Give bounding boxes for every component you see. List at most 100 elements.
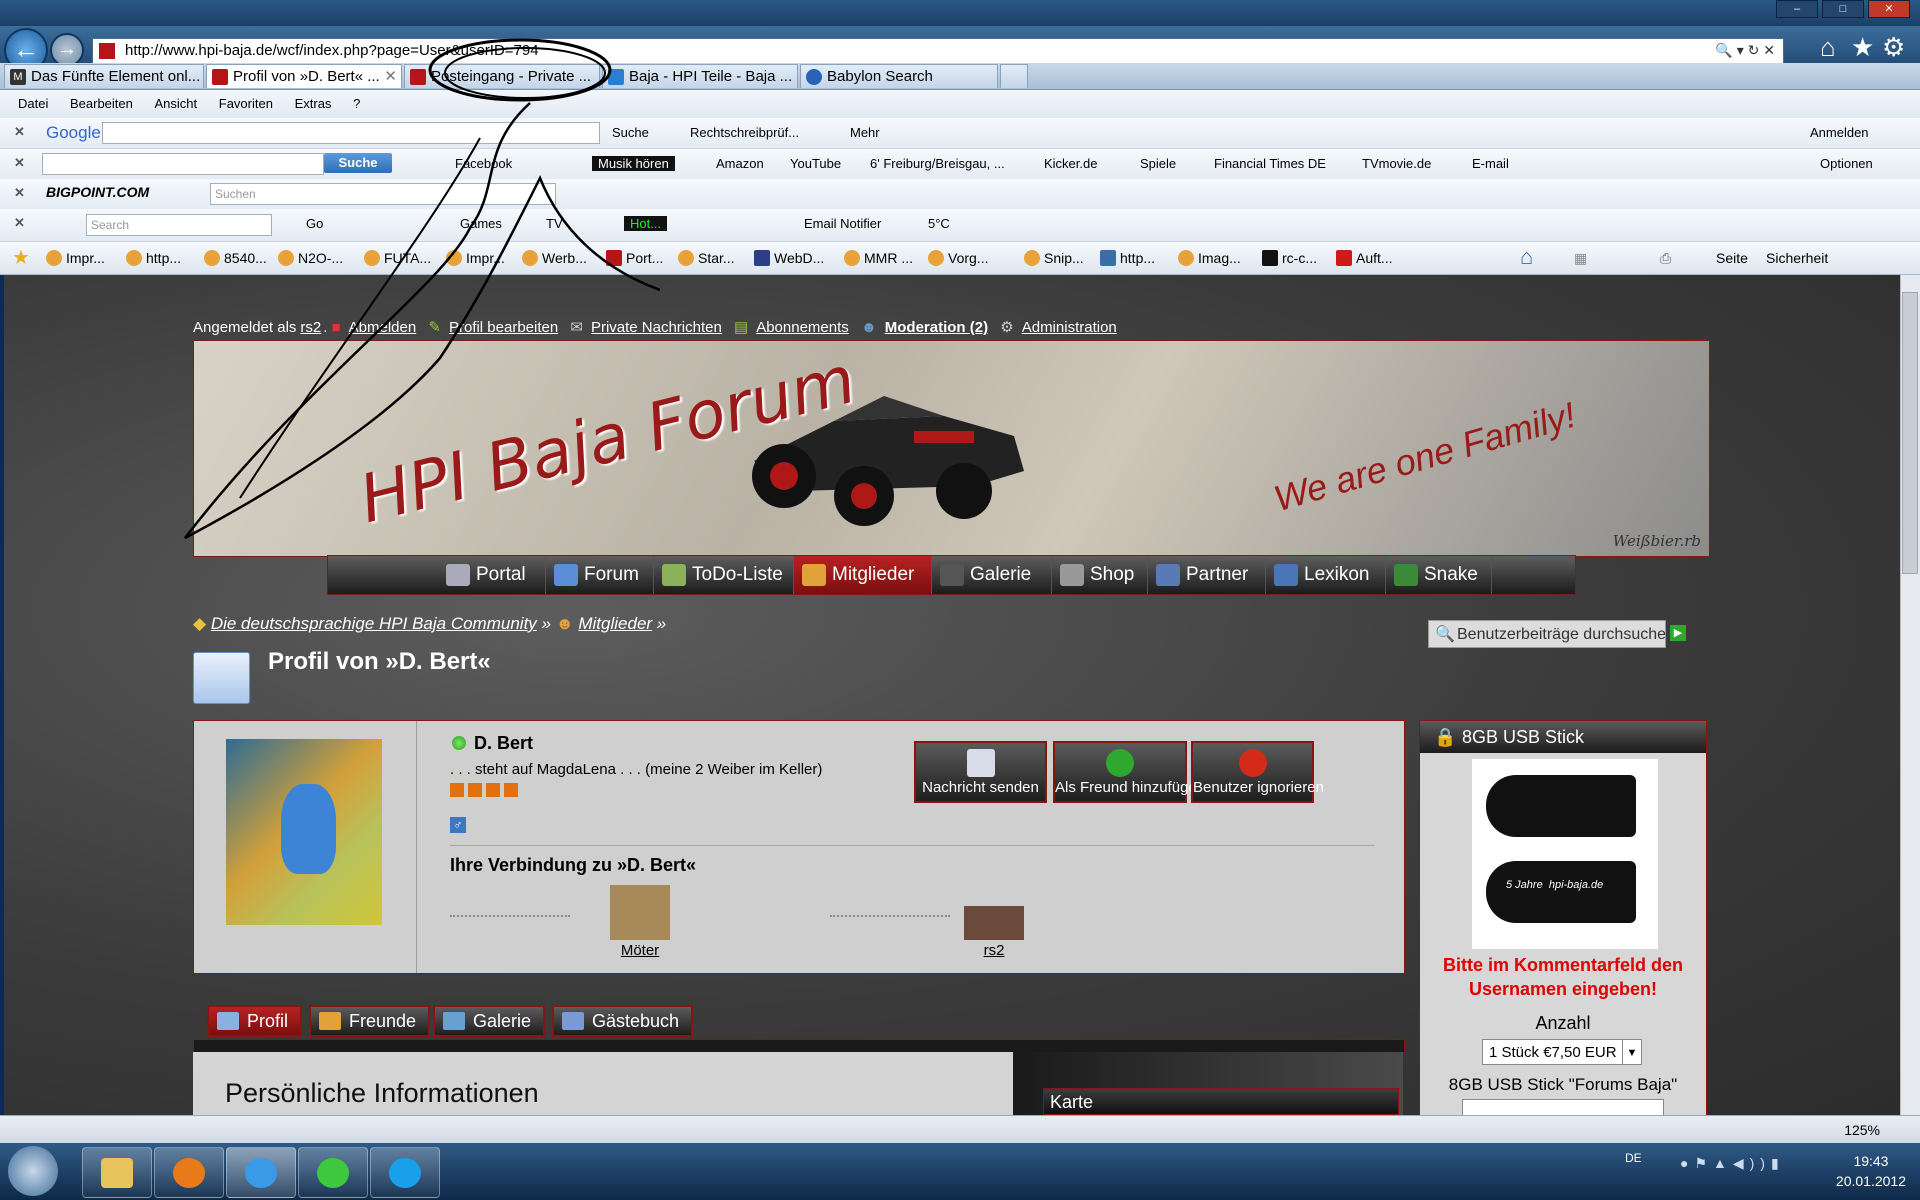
- security-menu[interactable]: Sicherheit: [1766, 250, 1828, 266]
- taskbar-internet-explorer[interactable]: [226, 1147, 296, 1198]
- weather-temp[interactable]: 5°C: [928, 216, 950, 231]
- fav-link-5[interactable]: FUTA...: [364, 250, 431, 266]
- fav-link-14[interactable]: http...: [1100, 250, 1155, 266]
- breadcrumb-home-link[interactable]: Die deutschsprachige HPI Baja Community: [211, 614, 537, 633]
- fav-link-13[interactable]: Snip...: [1024, 250, 1084, 266]
- fav-link-7[interactable]: Werb...: [522, 250, 587, 266]
- forum-banner[interactable]: HPI Baja Forum We are one Family! Weißbi…: [193, 340, 1710, 557]
- system-tray-icons[interactable]: ●⚑▲◀))▮: [1680, 1155, 1785, 1172]
- fav-link-16[interactable]: rc-c...: [1262, 250, 1317, 266]
- fav-link-10[interactable]: WebD...: [754, 250, 824, 266]
- ignore-user-button[interactable]: Benutzer ignorieren: [1191, 741, 1324, 803]
- amazon-link[interactable]: Amazon: [716, 156, 764, 171]
- fav-link-3[interactable]: 8540...: [204, 250, 267, 266]
- email-notifier-button[interactable]: Email Notifier: [804, 216, 881, 231]
- nav-todo[interactable]: ToDo-Liste: [654, 556, 794, 594]
- play-arrow-icon[interactable]: ▶: [1670, 625, 1686, 641]
- fav-link-4[interactable]: N2O-...: [278, 250, 343, 266]
- user-avatar[interactable]: [226, 739, 382, 925]
- rss-icon[interactable]: ▦: [1574, 250, 1587, 267]
- administration-link[interactable]: Administration: [1022, 319, 1117, 336]
- nav-portal[interactable]: Portal: [438, 556, 546, 594]
- minimize-button[interactable]: –: [1776, 0, 1818, 18]
- options-button[interactable]: Optionen: [1820, 156, 1873, 171]
- kicker-link[interactable]: Kicker.de: [1044, 156, 1097, 171]
- tab-gaestebuch[interactable]: Gästebuch: [552, 1005, 694, 1037]
- more-button[interactable]: Mehr: [850, 125, 880, 140]
- address-tools[interactable]: 🔍 ▾ ↻ ✕: [1715, 42, 1775, 59]
- connection-user-moeter[interactable]: Möter: [600, 885, 680, 959]
- send-message-button[interactable]: Nachricht senden: [914, 741, 1047, 803]
- fav-link-6[interactable]: Impr...: [446, 250, 505, 266]
- home-icon[interactable]: ⌂: [1820, 32, 1836, 63]
- start-button[interactable]: [8, 1146, 58, 1196]
- connection-name[interactable]: Möter: [621, 942, 659, 959]
- tab-galerie[interactable]: Galerie: [433, 1005, 546, 1037]
- music-link[interactable]: Musik hören: [592, 156, 675, 171]
- logout-link[interactable]: Abmelden: [349, 319, 417, 336]
- nav-snake[interactable]: Snake: [1386, 556, 1492, 594]
- weather-link[interactable]: 6' Freiburg/Breisgau, ...: [870, 156, 1005, 171]
- moderation-link[interactable]: Moderation (2): [885, 319, 988, 336]
- address-bar[interactable]: http://www.hpi-baja.de/wcf/index.php?pag…: [92, 38, 1784, 65]
- edit-profile-link[interactable]: Profil bearbeiten: [449, 319, 558, 336]
- usb-stick-image[interactable]: 5 Jahre hpi-baja.de: [1472, 759, 1658, 949]
- tab-freunde[interactable]: Freunde: [309, 1005, 431, 1037]
- current-user-link[interactable]: rs2: [300, 319, 321, 336]
- hot-button[interactable]: Hot...: [624, 216, 668, 231]
- nav-members[interactable]: Mitglieder: [794, 556, 932, 594]
- maximize-button[interactable]: □: [1822, 0, 1864, 18]
- menu-datei[interactable]: Datei: [18, 90, 48, 118]
- taskbar-icq[interactable]: [298, 1147, 368, 1198]
- print-icon[interactable]: ⎙: [1660, 250, 1671, 267]
- add-friend-button[interactable]: Als Freund hinzufügen: [1053, 741, 1205, 803]
- tools-gear-icon[interactable]: ⚙: [1882, 32, 1905, 63]
- taskbar-skype[interactable]: [370, 1147, 440, 1198]
- facebook-link[interactable]: Facebook: [455, 156, 512, 171]
- taskbar-media-player[interactable]: [154, 1147, 224, 1198]
- tvmovie-link[interactable]: TVmovie.de: [1362, 156, 1431, 171]
- connection-user-rs2[interactable]: rs2: [954, 885, 1034, 959]
- menu-ansicht[interactable]: Ansicht: [155, 90, 198, 118]
- forward-button[interactable]: →: [50, 33, 84, 67]
- nav-shop[interactable]: Shop: [1052, 556, 1148, 594]
- ft-link[interactable]: Financial Times DE: [1214, 156, 1326, 171]
- google-search-input[interactable]: [102, 122, 600, 144]
- tab-1[interactable]: M Das Fünfte Element onl...: [4, 64, 204, 88]
- close-toolbar-icon[interactable]: ✕: [14, 124, 25, 140]
- fav-link-2[interactable]: http...: [126, 250, 181, 266]
- go-button[interactable]: Go: [306, 216, 323, 231]
- menu-bearbeiten[interactable]: Bearbeiten: [70, 90, 133, 118]
- extra-search-input[interactable]: Search: [86, 214, 272, 236]
- tab-5[interactable]: Babylon Search: [800, 64, 998, 88]
- fav-link-8[interactable]: Port...: [606, 250, 663, 266]
- quantity-select[interactable]: 1 Stück €7,50 EUR ▼: [1482, 1039, 1642, 1065]
- scrollbar-thumb[interactable]: [1902, 292, 1918, 574]
- bigpoint-search-input[interactable]: Suchen: [210, 183, 556, 205]
- clock[interactable]: 19:43 20.01.2012: [1836, 1151, 1906, 1191]
- menu-help[interactable]: ?: [353, 90, 360, 118]
- breadcrumb-members-link[interactable]: Mitglieder: [578, 614, 652, 633]
- games-link[interactable]: Spiele: [1140, 156, 1176, 171]
- private-messages-link[interactable]: Private Nachrichten: [591, 319, 722, 336]
- tab-2[interactable]: Profil von »D. Bert« ... ✕: [206, 64, 402, 88]
- taskbar-explorer[interactable]: [82, 1147, 152, 1198]
- games-button[interactable]: Games: [460, 216, 502, 231]
- subscriptions-link[interactable]: Abonnements: [756, 319, 849, 336]
- email-link[interactable]: E-mail: [1472, 156, 1509, 171]
- menu-favoriten[interactable]: Favoriten: [219, 90, 273, 118]
- spellcheck-button[interactable]: Rechtschreibprüf...: [690, 125, 799, 140]
- fav-link-9[interactable]: Star...: [678, 250, 735, 266]
- close-toolbar-icon[interactable]: ✕: [14, 185, 25, 201]
- fav-link-12[interactable]: Vorg...: [928, 250, 988, 266]
- tab-4[interactable]: Baja - HPI Teile - Baja ...: [602, 64, 798, 88]
- tv-button[interactable]: TV: [546, 216, 563, 231]
- ask-search-input[interactable]: [42, 153, 324, 175]
- fav-link-15[interactable]: Imag...: [1178, 250, 1241, 266]
- close-toolbar-icon[interactable]: ✕: [14, 155, 25, 171]
- ask-search-button[interactable]: Suche: [324, 153, 392, 173]
- zoom-level[interactable]: 125%: [1844, 1122, 1880, 1138]
- fav-link-1[interactable]: Impr...: [46, 250, 105, 266]
- home-icon[interactable]: ⌂: [1520, 244, 1533, 270]
- nav-partner[interactable]: Partner: [1148, 556, 1266, 594]
